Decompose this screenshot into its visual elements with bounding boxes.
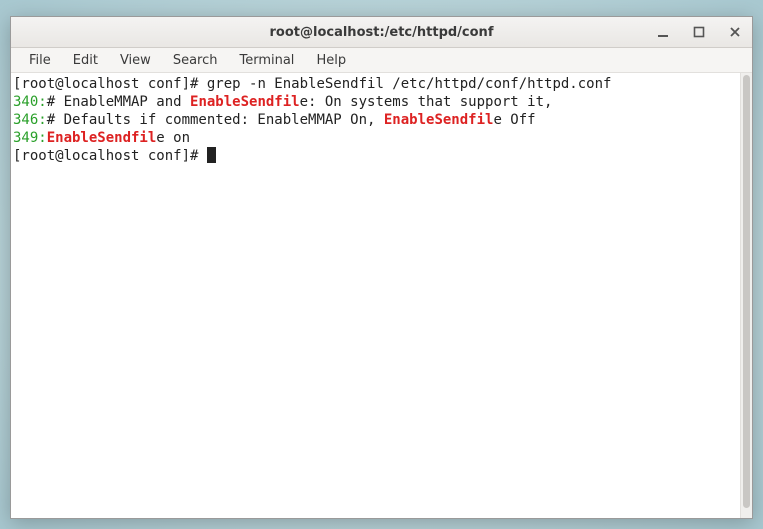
menu-search[interactable]: Search xyxy=(163,50,228,71)
output-text: # EnableMMAP and xyxy=(47,94,190,110)
maximize-icon xyxy=(693,26,705,38)
line-number: 349: xyxy=(13,130,47,146)
minimize-icon xyxy=(657,26,669,38)
terminal-window: root@localhost:/etc/httpd/conf File Edit… xyxy=(10,16,753,519)
minimize-button[interactable] xyxy=(652,21,674,43)
close-button[interactable] xyxy=(724,21,746,43)
grep-match: EnableSendfil xyxy=(47,130,157,146)
output-text: e: On systems that support it, xyxy=(300,94,553,110)
titlebar[interactable]: root@localhost:/etc/httpd/conf xyxy=(11,17,752,48)
close-icon xyxy=(729,26,741,38)
maximize-button[interactable] xyxy=(688,21,710,43)
menu-file[interactable]: File xyxy=(19,50,61,71)
terminal-area: [root@localhost conf]# grep -n EnableSen… xyxy=(11,73,752,518)
menubar: File Edit View Search Terminal Help xyxy=(11,48,752,73)
prompt: [root@localhost conf]# xyxy=(13,148,207,164)
cursor xyxy=(207,147,216,163)
menu-help[interactable]: Help xyxy=(306,50,356,71)
prompt: [root@localhost conf]# xyxy=(13,76,207,92)
grep-match: EnableSendfil xyxy=(190,94,300,110)
output-text: # Defaults if commented: EnableMMAP On, xyxy=(47,112,384,128)
command-text: grep -n EnableSendfil /etc/httpd/conf/ht… xyxy=(207,76,612,92)
output-text: e Off xyxy=(493,112,535,128)
window-title: root@localhost:/etc/httpd/conf xyxy=(11,25,752,40)
scrollbar[interactable] xyxy=(740,73,752,518)
line-number: 346: xyxy=(13,112,47,128)
line-number: 340: xyxy=(13,94,47,110)
output-text: e on xyxy=(156,130,190,146)
terminal-output[interactable]: [root@localhost conf]# grep -n EnableSen… xyxy=(11,73,740,518)
scroll-thumb[interactable] xyxy=(743,75,750,508)
grep-match: EnableSendfil xyxy=(384,112,494,128)
menu-view[interactable]: View xyxy=(110,50,161,71)
menu-terminal[interactable]: Terminal xyxy=(229,50,304,71)
menu-edit[interactable]: Edit xyxy=(63,50,108,71)
window-controls xyxy=(652,17,746,47)
